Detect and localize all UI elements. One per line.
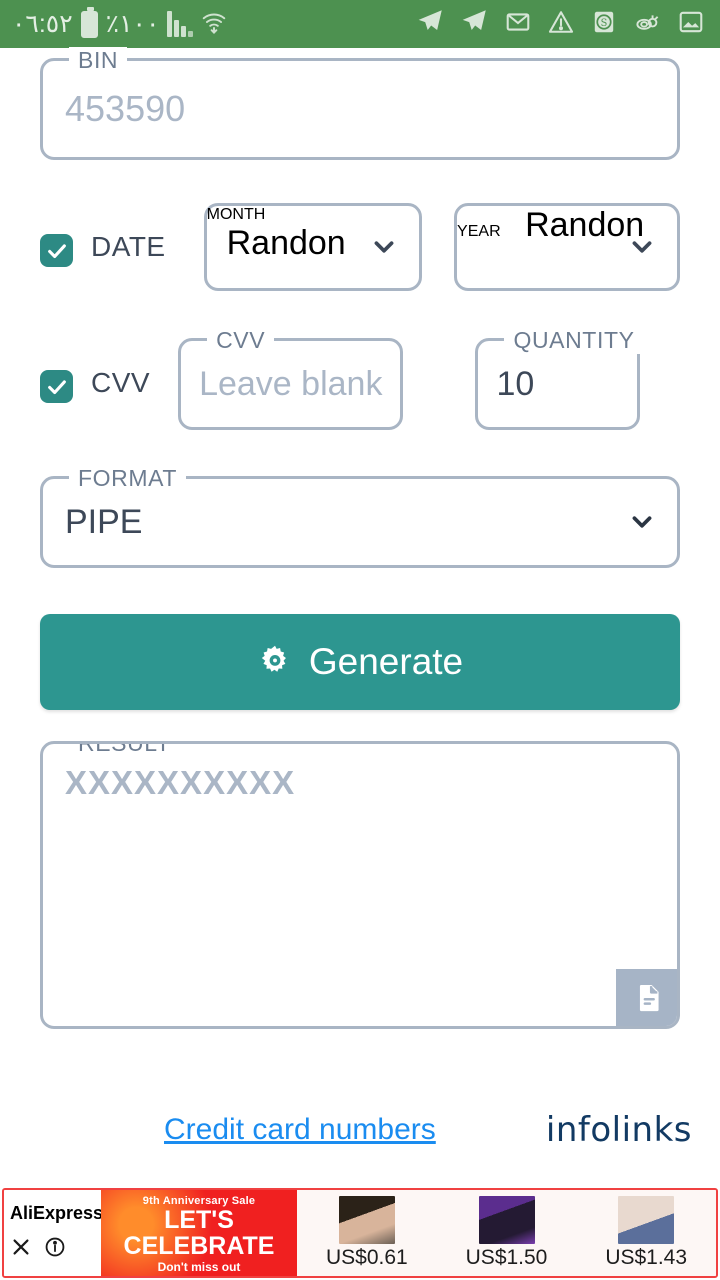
product-thumbnail — [478, 1196, 535, 1244]
ad-product-item[interactable]: US$1.50 — [436, 1190, 577, 1276]
gear-icon — [257, 643, 293, 682]
cvv-input[interactable]: CVV Leave blank — [178, 327, 404, 430]
document-copy-icon — [633, 983, 663, 1016]
product-price: US$0.61 — [325, 1246, 408, 1269]
ad-controls — [10, 1236, 101, 1263]
date-checkbox[interactable] — [40, 234, 73, 267]
chevron-down-icon — [629, 509, 655, 535]
chevron-down-icon — [629, 234, 655, 260]
month-dropdown[interactable]: MONTH Randon — [203, 203, 423, 291]
format-dropdown[interactable]: FORMAT PIPE — [40, 465, 680, 568]
warning-icon — [548, 9, 574, 40]
telegram-icon — [417, 8, 444, 40]
chevron-down-icon — [371, 234, 397, 260]
ad-hero-headline-2: CELEBRATE — [123, 1232, 275, 1260]
product-thumbnail — [338, 1196, 395, 1244]
credit-card-numbers-link[interactable]: Credit card numbers — [164, 1113, 436, 1147]
close-icon[interactable] — [10, 1236, 32, 1263]
battery-icon — [80, 6, 98, 38]
ad-hero-sub-1: Don't miss out — [157, 1260, 241, 1274]
year-label: YEAR — [457, 223, 501, 240]
date-checkbox-label: DATE — [91, 231, 166, 262]
product-thumbnail — [618, 1196, 675, 1244]
year-dropdown[interactable]: YEAR Randon — [454, 203, 680, 291]
ad-brand: AliExpress — [4, 1190, 104, 1276]
signal-bars-icon — [167, 11, 194, 37]
info-icon[interactable] — [44, 1236, 66, 1263]
battery-percent-label: ٪١٠٠ — [105, 10, 160, 38]
generate-button-label: Generate — [308, 641, 464, 682]
footer: Credit card numbers infolinks — [0, 1095, 720, 1165]
result-output[interactable]: RESULT XXXXXXXXXX — [40, 741, 680, 1029]
mail-icon — [505, 9, 531, 40]
s-badge-icon: S — [591, 9, 617, 40]
gallery-icon — [678, 9, 704, 40]
ad-banner[interactable]: AliExpress 9th Anniversary Sale LET'S CE… — [2, 1188, 718, 1278]
cvv-checkbox-label: CVV — [91, 367, 151, 398]
cvv-label: CVV — [207, 327, 275, 354]
app-screen: ٠٦:٥٢ ٪١٠٠ S BIN 453590 DATE MONTH Rando… — [0, 0, 720, 1280]
bin-label: BIN — [69, 47, 128, 74]
bin-input[interactable]: BIN 453590 — [40, 47, 680, 160]
format-label: FORMAT — [69, 465, 186, 492]
result-label: RESULT — [69, 744, 180, 757]
infolinks-logo: infolinks — [545, 1110, 692, 1150]
copy-to-clipboard-button[interactable] — [616, 969, 677, 1026]
status-bar-left: ٠٦:٥٢ ٪١٠٠ — [12, 6, 227, 40]
cvv-row: CVV CVV Leave blank QUANTITY 10 — [0, 327, 720, 430]
aliexpress-logo: AliExpress — [10, 1202, 104, 1223]
date-row: DATE MONTH Randon YEAR Randon — [0, 203, 720, 291]
month-label: MONTH — [206, 206, 266, 223]
ad-product-item[interactable]: US$0.61 — [297, 1190, 437, 1276]
generate-button[interactable]: Generate — [40, 614, 680, 710]
quantity-label: QUANTITY — [504, 327, 644, 354]
main-content: BIN 453590 DATE MONTH Randon YEAR Randon — [0, 47, 720, 1029]
ad-product-item[interactable]: US$1.43 — [576, 1190, 716, 1276]
ad-hero-headline-1: LET'S — [164, 1206, 234, 1234]
quantity-input[interactable]: QUANTITY 10 — [475, 327, 644, 430]
onion-icon — [634, 8, 661, 40]
status-bar-right: S — [417, 8, 708, 40]
product-price: US$1.43 — [605, 1246, 688, 1269]
telegram-icon-2 — [461, 8, 488, 40]
wifi-icon — [201, 9, 227, 40]
clock-label: ٠٦:٥٢ — [12, 10, 73, 38]
product-price: US$1.50 — [465, 1246, 548, 1269]
ad-hero: 9th Anniversary Sale LET'S CELEBRATE Don… — [101, 1190, 297, 1276]
ad-product-list: US$0.61 US$1.50 US$1.43 — [297, 1190, 716, 1276]
svg-text:S: S — [601, 17, 608, 28]
status-bar: ٠٦:٥٢ ٪١٠٠ S — [0, 0, 720, 48]
cvv-checkbox[interactable] — [40, 370, 73, 403]
month-value: Randon — [226, 224, 346, 262]
bin-value: 453590 — [65, 88, 186, 129]
